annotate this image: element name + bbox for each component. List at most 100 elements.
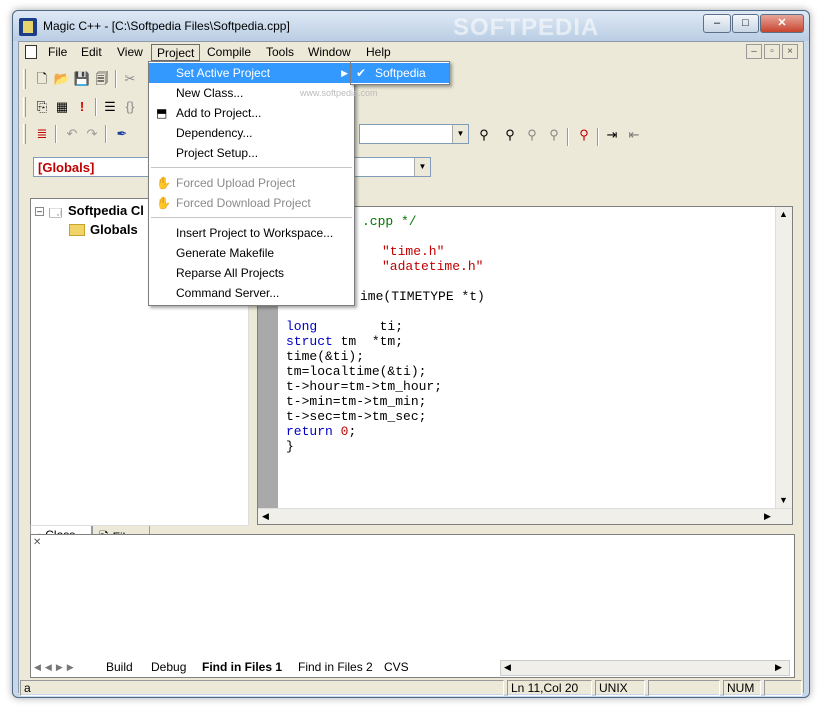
submenu-arrow-icon: ▶ [341,68,348,78]
replace-icon[interactable]: ⚲ [545,126,563,144]
menu-compile[interactable]: Compile [202,44,256,61]
pen-icon[interactable]: ✒ [113,125,131,143]
toolbar-separator [567,128,569,146]
execute-icon[interactable]: ! [73,98,91,116]
code-line: struct tm *tm; [286,334,403,349]
indent-icon[interactable]: ⇥ [603,126,621,144]
menu-item-add-to-project[interactable]: ⬒ Add to Project... [149,103,354,123]
minimize-button[interactable]: – [703,14,731,33]
menu-item-reparse-all-projects[interactable]: Reparse All Projects [149,263,354,283]
code-token: long [286,319,318,334]
toolbar-grip[interactable] [23,97,26,117]
menu-item-insert-project-to-workspace[interactable]: Insert Project to Workspace... [149,223,354,243]
tab-build[interactable]: Build [106,660,133,674]
menu-item-dependency[interactable]: Dependency... [149,123,354,143]
code-token: .cpp */ [362,214,417,229]
toolbar-grip[interactable] [23,69,26,89]
close-button[interactable]: ✕ [760,14,804,33]
status-extra [764,680,802,696]
menu-item-label: Set Active Project [176,66,271,80]
menu-item-label: Forced Download Project [176,196,311,210]
code-token: struct [286,334,333,349]
tab-cvs[interactable]: CVS [384,660,409,674]
code-line: "adatetime.h" [382,259,483,274]
menu-file[interactable]: File [43,44,72,61]
maximize-button[interactable]: □ [732,14,759,33]
chevron-down-icon[interactable]: ▼ [452,125,468,143]
find-in-files-icon[interactable]: ⚲ [575,126,593,144]
menu-item-forced-upload-project: ✋ Forced Upload Project [149,173,354,193]
status-bar: a Ln 11,Col 20 UNIX NUM [19,680,803,696]
bookmark-icon[interactable]: ≣ [33,125,51,143]
submenu-item-softpedia[interactable]: ✔ Softpedia [351,63,449,83]
add-file-icon: ⬒ [156,106,168,120]
close-output-icon[interactable]: ✕ [33,537,41,548]
tab-debug[interactable]: Debug [151,660,186,674]
chevron-down-icon[interactable]: ▼ [414,158,430,176]
menu-view[interactable]: View [112,44,148,61]
mdi-close-button[interactable]: × [782,44,798,59]
scroll-right-icon[interactable]: ▶ [764,511,771,522]
tree-root-label[interactable]: Softpedia Cl [68,203,144,218]
open-folder-icon[interactable]: 📂 [53,70,71,88]
menu-separator [151,217,352,218]
menu-window[interactable]: Window [303,44,356,61]
redo-icon[interactable]: ↷ [83,125,101,143]
find-next-icon[interactable]: ⚲ [501,126,519,144]
tree-globals-label[interactable]: Globals [90,222,138,237]
code-token: time(&ti); [286,349,365,364]
menu-help[interactable]: Help [361,44,396,61]
outdent-icon[interactable]: ⇤ [625,126,643,144]
compile-icon[interactable]: ⎘ [33,98,51,116]
mdi-minimize-button[interactable]: – [746,44,762,59]
code-token: t->sec=tm->tm_sec; [286,409,427,424]
title-bar[interactable]: Magic C++ - [C:\Softpedia Files\Softpedi… [13,11,809,41]
scroll-left-icon[interactable]: ◀ [504,662,511,673]
mdi-restore-button[interactable]: ▫ [764,44,780,59]
tree-expander[interactable]: – [35,207,44,216]
project-node-icon: 🗔 [49,206,63,220]
scroll-left-icon[interactable]: ◀ [262,511,269,522]
status-position: Ln 11,Col 20 [507,680,592,696]
code-line: .cpp */ [362,214,417,229]
scroll-up-icon[interactable]: ▲ [779,209,788,219]
menu-item-generate-makefile[interactable]: Generate Makefile [149,243,354,263]
client-area: File Edit View Project Compile Tools Win… [18,41,804,696]
code-line: tm=localtime(&ti); [286,364,426,379]
braces-icon[interactable]: {} [121,98,139,116]
code-line: time(&ti); [286,349,364,364]
cut-icon[interactable]: ✂ [121,70,139,88]
find-icon[interactable]: ⚲ [475,126,493,144]
save-icon[interactable]: 💾 [73,70,91,88]
find-prev-icon[interactable]: ⚲ [523,126,541,144]
list-icon[interactable]: ☰ [101,98,119,116]
horizontal-scrollbar[interactable]: ◀ ▶ [258,508,792,524]
status-numlock: NUM [723,680,761,696]
build-icon[interactable]: ▦ [53,98,71,116]
code-token: ti; [317,319,404,334]
toolbar-separator [115,70,117,88]
submenu-watermark: www.softpedia.com [300,88,378,98]
tab-nav-icons[interactable]: ◀◀▶▶ [34,662,78,673]
toolbar-grip[interactable] [23,124,26,144]
tab-find-in-files-1[interactable]: Find in Files 1 [202,660,282,674]
new-file-icon[interactable]: 🗋 [33,70,51,88]
menu-item-project-setup[interactable]: Project Setup... [149,143,354,163]
undo-icon[interactable]: ↶ [63,125,81,143]
output-hscrollbar[interactable]: ◀ ▶ [500,660,790,676]
status-empty [648,680,720,696]
scroll-down-icon[interactable]: ▼ [779,495,788,505]
menu-item-command-server[interactable]: Command Server... [149,283,354,303]
find-combo[interactable]: ▼ [359,124,469,144]
document-icon[interactable] [25,45,37,59]
code-line: t->hour=tm->tm_hour; [286,379,442,394]
save-all-icon[interactable]: 🗐 [93,70,111,88]
menu-project[interactable]: Project [151,44,201,61]
vertical-scrollbar[interactable]: ▲ ▼ [775,207,792,509]
tab-find-in-files-2[interactable]: Find in Files 2 [298,660,373,674]
scroll-right-icon[interactable]: ▶ [775,662,782,673]
menu-tools[interactable]: Tools [261,44,299,61]
menu-edit[interactable]: Edit [76,44,107,61]
menu-item-set-active-project[interactable]: Set Active Project ▶ [149,63,354,83]
